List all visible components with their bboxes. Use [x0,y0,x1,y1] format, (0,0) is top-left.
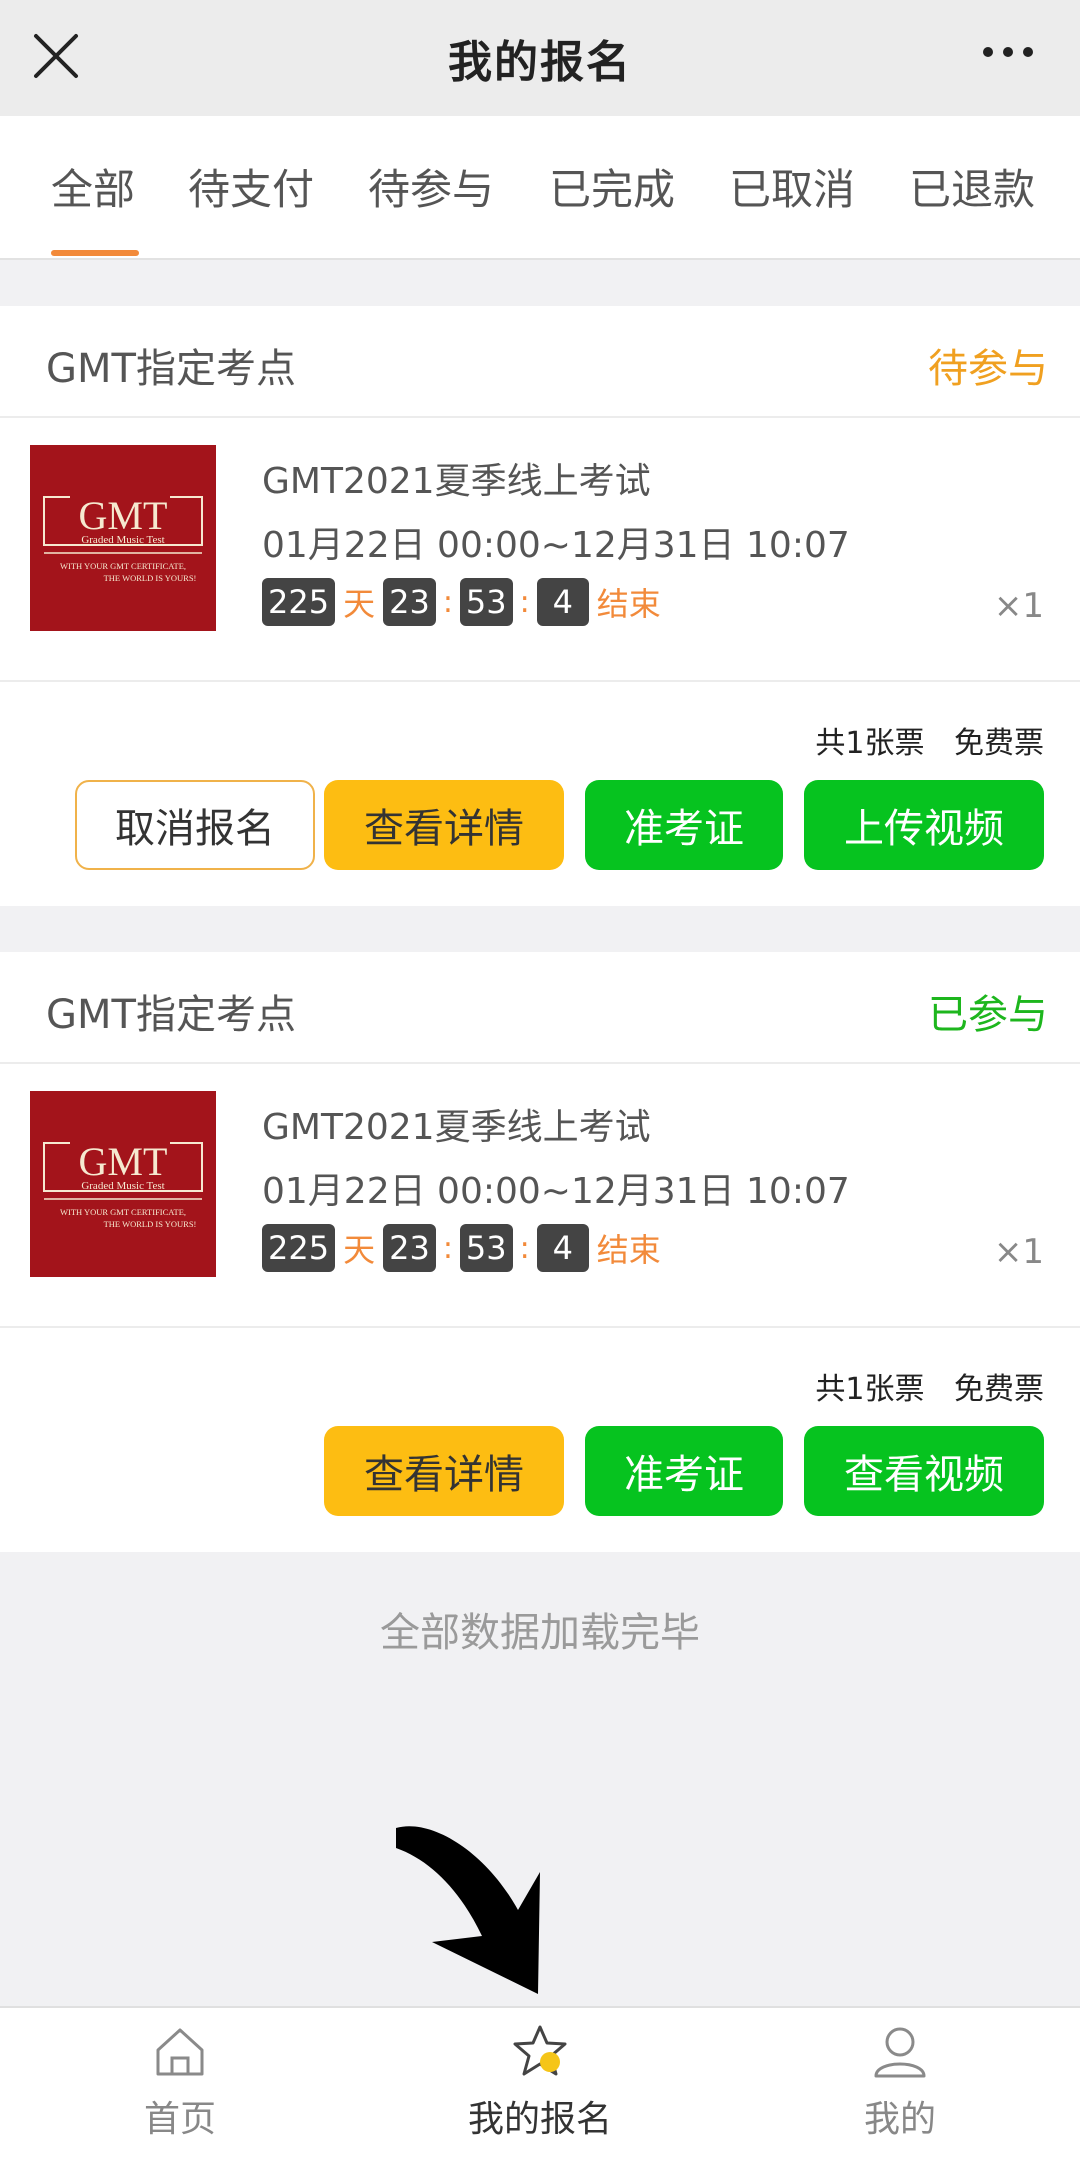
ticket-summary: 共1张票 免费票 [815,718,1044,762]
countdown-hours: 23 [383,1224,436,1272]
star-icon [513,2025,567,2076]
quantity: ×1 [993,586,1044,626]
admission-ticket-button[interactable]: 准考证 [585,1426,783,1516]
countdown-hours: 23 [383,578,436,626]
countdown-days: 225 [262,1224,336,1272]
view-details-button[interactable]: 查看详情 [324,780,564,870]
status-badge: 已参与 [928,992,1048,1038]
quantity: ×1 [993,1232,1044,1272]
view-details-button[interactable]: 查看详情 [324,1426,564,1516]
ticket-summary: 共1张票 免费票 [815,1364,1044,1408]
countdown-end-label: 结束 [596,585,661,623]
order-card: GMT指定考点 已参与 GMT Graded Music Test WITH Y… [0,952,1080,1552]
divider [0,680,1080,682]
countdown-minutes: 53 [459,1224,513,1272]
svg-text:Graded Music Test: Graded Music Test [81,1180,164,1192]
countdown-minutes: 53 [459,578,513,626]
ticket-count: 共1张票 [815,1372,925,1407]
page-title: 我的报名 [448,37,632,88]
bottom-navigation: 首页 我的报名 我的 [0,2006,1080,2167]
product-name: GMT2021夏季线上考试 [262,461,651,502]
nav-home[interactable]: 首页 [80,2022,280,2142]
status-badge: 待参与 [928,346,1048,392]
cancel-registration-button[interactable]: 取消报名 [75,780,315,870]
gmt-logo-thumbnail[interactable]: GMT Graded Music Test WITH YOUR GMT CERT… [30,445,216,631]
admission-ticket-button[interactable]: 准考证 [585,780,783,870]
upload-video-button[interactable]: 上传视频 [804,780,1044,870]
countdown-separator: : [442,1230,453,1266]
shop-name: GMT指定考点 [46,346,296,392]
tab-cancelled[interactable]: 已取消 [729,156,855,217]
countdown-seconds: 4 [536,578,589,626]
svg-text:Graded Music Test: Graded Music Test [81,534,164,546]
order-card: GMT指定考点 待参与 GMT Graded Music Test WITH Y… [0,306,1080,906]
countdown-day-unit: 天 [343,585,376,623]
pointer-arrow-icon [396,1826,540,1994]
event-time: 01月22日 00:00~12月31日 10:07 [262,525,850,566]
home-icon [156,2028,204,2076]
tab-all[interactable]: 全部 [51,156,135,217]
svg-text:GMT: GMT [79,1139,168,1184]
tab-refunded[interactable]: 已退款 [909,156,1035,217]
close-icon[interactable] [30,30,82,82]
countdown-end-label: 结束 [596,1231,661,1269]
countdown-days: 225 [262,578,336,626]
svg-text:THE WORLD IS YOURS!: THE WORLD IS YOURS! [104,573,197,583]
gmt-logo-thumbnail[interactable]: GMT Graded Music Test WITH YOUR GMT CERT… [30,1091,216,1277]
view-video-button[interactable]: 查看视频 [804,1426,1044,1516]
nav-home-label: 首页 [143,2099,216,2140]
divider [0,1326,1080,1328]
product-name: GMT2021夏季线上考试 [262,1107,651,1148]
tab-pending-payment[interactable]: 待支付 [188,156,314,217]
countdown-separator: : [519,1230,530,1266]
status-tabs: 全部 待支付 待参与 已完成 已取消 已退款 [0,116,1080,260]
svg-text:GMT: GMT [79,493,168,538]
top-bar: 我的报名 [0,0,1080,116]
countdown-separator: : [442,584,453,620]
svg-text:WITH YOUR GMT CERTIFICATE,: WITH YOUR GMT CERTIFICATE, [60,561,186,571]
user-icon [874,2027,926,2078]
tab-completed[interactable]: 已完成 [549,156,675,217]
svg-text:THE WORLD IS YOURS!: THE WORLD IS YOURS! [104,1219,197,1229]
event-time: 01月22日 00:00~12月31日 10:07 [262,1171,850,1212]
active-tab-indicator [51,250,139,256]
all-loaded-message: 全部数据加载完毕 [380,1610,700,1656]
divider [0,1062,1080,1064]
svg-text:WITH YOUR GMT CERTIFICATE,: WITH YOUR GMT CERTIFICATE, [60,1207,186,1217]
shop-name: GMT指定考点 [46,992,296,1038]
more-icon[interactable] [980,38,1036,66]
ticket-type: 免费票 [954,1372,1044,1407]
nav-mine-label: 我的 [863,2099,936,2140]
ticket-count: 共1张票 [815,726,925,761]
countdown-separator: : [519,584,530,620]
countdown-seconds: 4 [536,1224,589,1272]
ticket-type: 免费票 [954,726,1044,761]
countdown-day-unit: 天 [343,1231,376,1269]
countdown: 225 天 23 : 53 : 4 结束 [262,1224,661,1272]
nav-mine[interactable]: 我的 [800,2022,1000,2142]
divider [0,416,1080,418]
tab-pending-attend[interactable]: 待参与 [368,156,494,217]
nav-my-registration-label: 我的报名 [467,2099,612,2140]
nav-my-registration[interactable]: 我的报名 [440,2022,640,2142]
countdown: 225 天 23 : 53 : 4 结束 [262,578,661,626]
